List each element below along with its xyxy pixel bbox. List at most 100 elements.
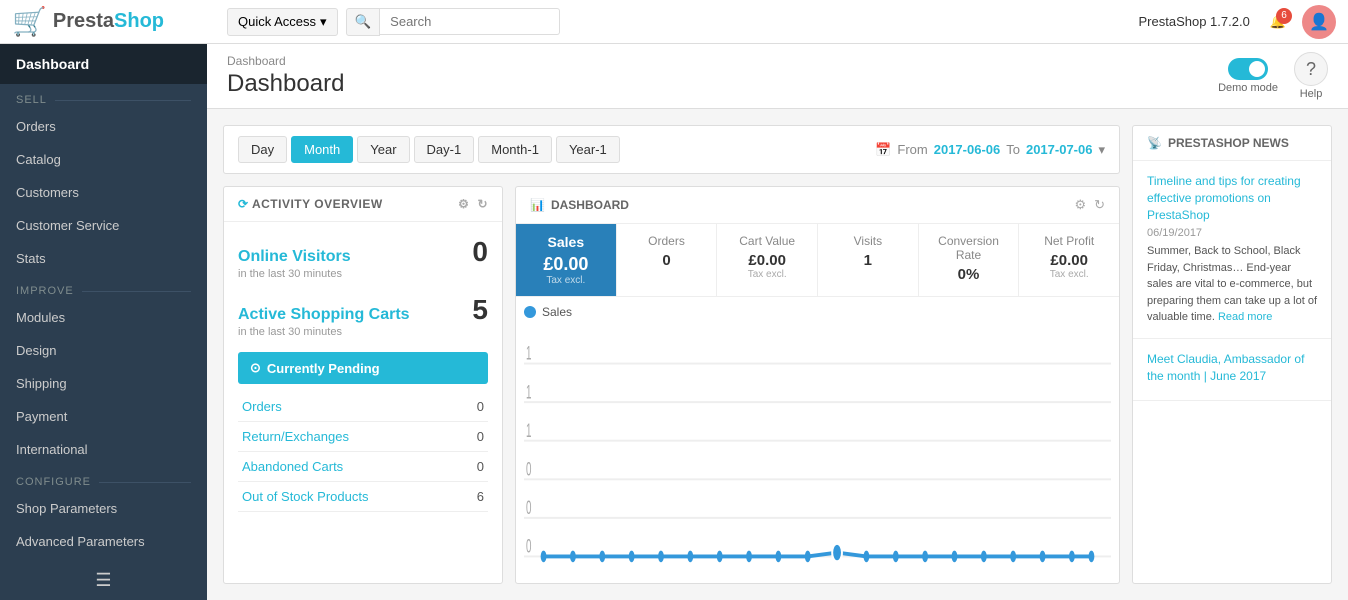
demo-mode-label: Demo mode xyxy=(1218,82,1278,94)
news-title-0[interactable]: Timeline and tips for creating effective… xyxy=(1147,173,1317,223)
online-visitors-sub: in the last 30 minutes xyxy=(238,268,488,280)
chart-stat-cart-value: Cart Value £0.00 Tax excl. xyxy=(717,224,818,296)
date-btn-year[interactable]: Year xyxy=(357,136,409,163)
panels-row: ⟳ ACTIVITY OVERVIEW ⚙ ↻ Online Visitors xyxy=(223,186,1120,584)
chart-stat-conversion: Conversion Rate 0% xyxy=(919,224,1020,296)
pending-returns-label[interactable]: Return/Exchanges xyxy=(242,429,349,444)
pending-carts-label[interactable]: Abandoned Carts xyxy=(242,459,343,474)
sidebar-item-international[interactable]: International xyxy=(0,433,207,466)
net-profit-sub: Tax excl. xyxy=(1031,269,1107,280)
pending-orders-label[interactable]: Orders xyxy=(242,399,282,414)
topbar-right: Quick Access ▾ 🔍 PrestaShop 1.7.2.0 🔔 6 … xyxy=(227,5,1336,39)
cart-value-value: £0.00 xyxy=(729,252,805,269)
date-btn-month[interactable]: Month xyxy=(291,136,353,163)
from-date: 2017-06-06 xyxy=(934,142,1001,157)
sidebar-section-sell: SELL xyxy=(0,84,207,110)
date-btn-year-1[interactable]: Year-1 xyxy=(556,136,620,163)
demo-mode-toggle[interactable] xyxy=(1228,58,1268,80)
sidebar-item-shop-parameters[interactable]: Shop Parameters xyxy=(0,492,207,525)
search-input[interactable] xyxy=(380,8,560,35)
sidebar-section-configure: CONFIGURE xyxy=(0,466,207,492)
gear-icon[interactable]: ⚙ xyxy=(458,197,469,211)
news-title-1[interactable]: Meet Claudia, Ambassador of the month | … xyxy=(1147,351,1317,385)
online-visitors-count: 0 xyxy=(472,236,488,268)
svg-text:1: 1 xyxy=(526,343,531,364)
currently-pending-button[interactable]: ⊙ Currently Pending xyxy=(238,352,488,384)
content-area: Dashboard Dashboard Demo mode ? Help xyxy=(207,44,1348,600)
to-date: 2017-07-06 xyxy=(1026,142,1093,157)
online-visitors-label: Online Visitors xyxy=(238,248,351,266)
online-visitors-row: Online Visitors 0 xyxy=(238,236,488,268)
date-btn-month-1[interactable]: Month-1 xyxy=(478,136,552,163)
chart-stat-sales: Sales £0.00 Tax excl. xyxy=(516,224,617,296)
secondary-header: Dashboard Dashboard Demo mode ? Help xyxy=(207,44,1348,109)
sidebar-item-customers[interactable]: Customers xyxy=(0,176,207,209)
chart-area: Sales xyxy=(516,297,1119,583)
help-icon[interactable]: ? xyxy=(1294,52,1328,86)
conversion-label: Conversion Rate xyxy=(931,234,1007,262)
sidebar-item-customer-service[interactable]: Customer Service xyxy=(0,209,207,242)
logo-shop: Shop xyxy=(114,10,164,32)
legend-dot xyxy=(524,306,536,318)
active-carts-row: Active Shopping Carts 5 xyxy=(238,294,488,326)
orders-value: 0 xyxy=(629,252,705,269)
net-profit-label: Net Profit xyxy=(1031,234,1107,248)
pending-returns-count: 0 xyxy=(477,429,484,444)
refresh-icon[interactable]: ↻ xyxy=(477,197,488,211)
sidebar-section-improve: IMPROVE xyxy=(0,275,207,301)
search-icon-button[interactable]: 🔍 xyxy=(346,8,381,36)
activity-panel-icons: ⚙ ↻ xyxy=(458,197,488,211)
quick-access-button[interactable]: Quick Access ▾ xyxy=(227,8,338,36)
logo-presta: Presta xyxy=(53,10,114,32)
svg-text:1: 1 xyxy=(526,382,531,403)
orders-label: Orders xyxy=(629,234,705,248)
date-btn-day[interactable]: Day xyxy=(238,136,287,163)
date-range-selector[interactable]: 📅 From 2017-06-06 To 2017-07-06 ▾ xyxy=(875,142,1105,158)
read-more-0[interactable]: Read more xyxy=(1218,311,1272,323)
chart-stat-net-profit: Net Profit £0.00 Tax excl. xyxy=(1019,224,1119,296)
line-chart-svg: 1 1 1 0 0 0 xyxy=(524,325,1111,584)
chart-stat-orders: Orders 0 xyxy=(617,224,718,296)
refresh-icon[interactable]: ↻ xyxy=(1094,197,1105,213)
sidebar-item-shipping[interactable]: Shipping xyxy=(0,367,207,400)
date-btn-day-1[interactable]: Day-1 xyxy=(414,136,475,163)
svg-text:0: 0 xyxy=(526,459,531,480)
date-filter-bar: Day Month Year Day-1 Month-1 Year-1 📅 Fr… xyxy=(223,125,1120,174)
pending-orders-count: 0 xyxy=(477,399,484,414)
pending-outofstock-label[interactable]: Out of Stock Products xyxy=(242,489,368,504)
activity-panel-header: ⟳ ACTIVITY OVERVIEW ⚙ ↻ xyxy=(224,187,502,222)
cart-value-label: Cart Value xyxy=(729,234,805,248)
visits-value: 1 xyxy=(830,252,906,269)
sidebar-item-stats[interactable]: Stats xyxy=(0,242,207,275)
notifications-bell[interactable]: 🔔 6 xyxy=(1270,14,1286,30)
sidebar-item-advanced-parameters[interactable]: Advanced Parameters xyxy=(0,525,207,558)
demo-mode-toggle-area[interactable]: Demo mode xyxy=(1218,58,1278,94)
sidebar: Dashboard SELL Orders Catalog Customers … xyxy=(0,44,207,600)
sidebar-item-design[interactable]: Design xyxy=(0,334,207,367)
version-label: PrestaShop 1.7.2.0 xyxy=(1139,14,1250,29)
header-right: Demo mode ? Help xyxy=(1218,52,1328,100)
sales-label: Sales xyxy=(528,234,604,250)
chevron-down-icon: ▾ xyxy=(320,14,327,30)
legend-sales-label: Sales xyxy=(542,305,572,319)
chevron-down-icon: ▾ xyxy=(1098,142,1105,158)
hamburger-icon: ☰ xyxy=(95,570,111,591)
gear-icon[interactable]: ⚙ xyxy=(1074,197,1086,213)
logo: 🛒 PrestaShop xyxy=(12,5,219,38)
sidebar-item-orders[interactable]: Orders xyxy=(0,110,207,143)
left-panel: Day Month Year Day-1 Month-1 Year-1 📅 Fr… xyxy=(223,125,1120,584)
sidebar-item-modules[interactable]: Modules xyxy=(0,301,207,334)
sidebar-item-catalog[interactable]: Catalog xyxy=(0,143,207,176)
sidebar-item-dashboard[interactable]: Dashboard xyxy=(0,44,207,84)
activity-panel-body: Online Visitors 0 in the last 30 minutes… xyxy=(224,222,502,526)
sidebar-item-payment[interactable]: Payment xyxy=(0,400,207,433)
user-avatar[interactable]: 👤 xyxy=(1302,5,1336,39)
chart-panel-header: 📊 DASHBOARD ⚙ ↻ xyxy=(516,187,1119,224)
dashboard-content: Day Month Year Day-1 Month-1 Year-1 📅 Fr… xyxy=(207,109,1348,600)
help-area[interactable]: ? Help xyxy=(1294,52,1328,100)
svg-text:0: 0 xyxy=(526,536,531,557)
activity-panel: ⟳ ACTIVITY OVERVIEW ⚙ ↻ Online Visitors xyxy=(223,186,503,584)
sidebar-collapse-button[interactable]: ☰ xyxy=(0,558,207,600)
chart-stat-visits: Visits 1 xyxy=(818,224,919,296)
calendar-icon: 📅 xyxy=(875,142,891,158)
